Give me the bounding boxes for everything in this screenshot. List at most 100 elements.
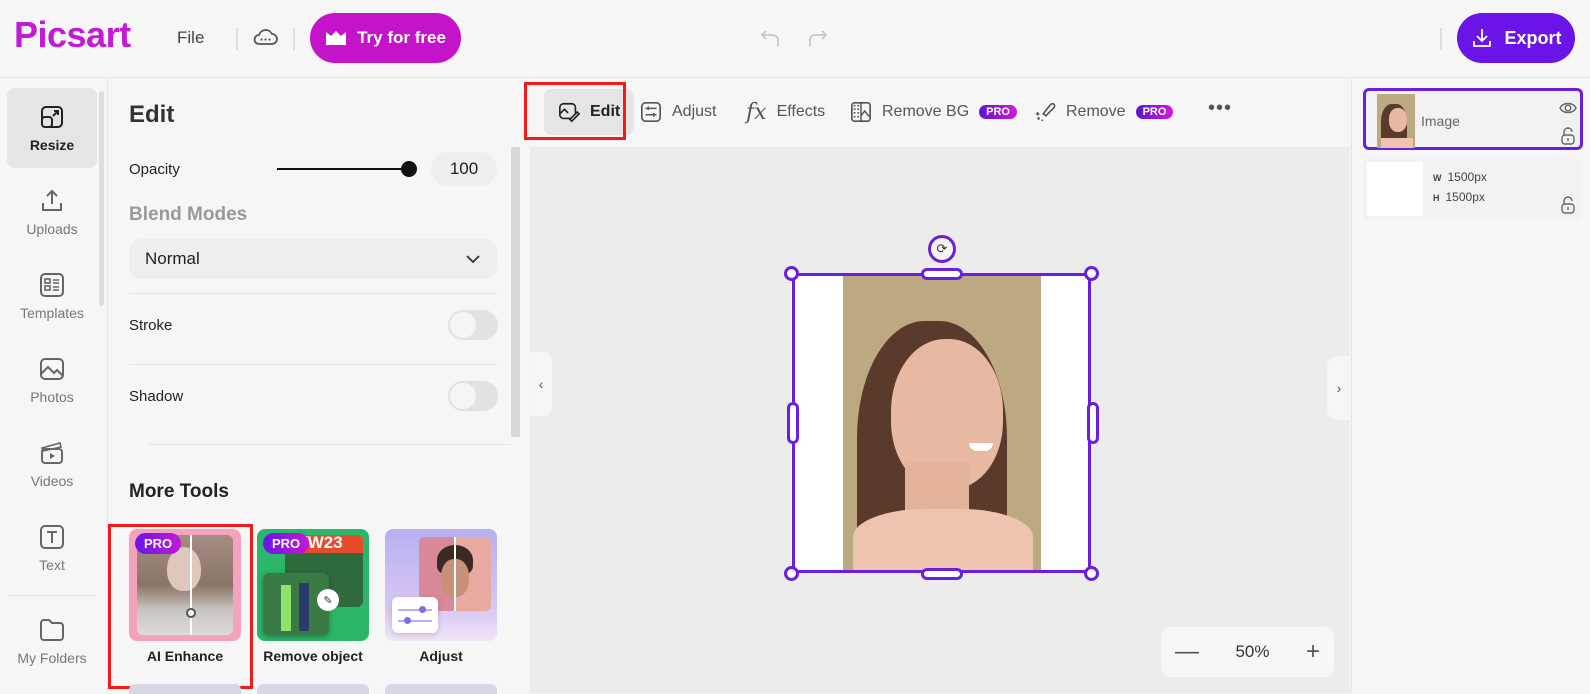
adjust-thumbnail: [385, 529, 497, 641]
zoom-out-button[interactable]: —: [1175, 638, 1199, 666]
more-tools-title: More Tools: [129, 481, 229, 502]
resize-handle-right[interactable]: [1087, 402, 1099, 444]
blend-mode-value: Normal: [145, 249, 200, 268]
sidebar-item-text[interactable]: Text: [7, 508, 97, 588]
zoom-in-button[interactable]: +: [1306, 638, 1320, 666]
resize-handle-bottom-left[interactable]: [784, 566, 799, 581]
resize-handle-top-left[interactable]: [784, 266, 799, 281]
export-button[interactable]: Export: [1457, 13, 1575, 63]
opacity-value-input[interactable]: 100: [431, 152, 497, 186]
sidebar-item-templates[interactable]: Templates: [7, 256, 97, 336]
sidebar-item-resize[interactable]: Resize: [7, 88, 97, 168]
sidebar-item-label: Photos: [30, 389, 74, 405]
file-menu[interactable]: File: [177, 28, 204, 48]
tab-label: Adjust: [672, 103, 717, 120]
tool-label: Adjust: [419, 648, 463, 664]
sidebar-item-my-folders[interactable]: My Folders: [7, 601, 97, 681]
cloud-sync-icon[interactable]: [252, 26, 278, 48]
collapse-left-panel-button[interactable]: ‹: [530, 352, 552, 416]
picsart-logo[interactable]: Picsart: [14, 14, 131, 56]
layer-item-background[interactable]: W 1500px H 1500px: [1363, 158, 1583, 220]
sidebar-item-uploads[interactable]: Uploads: [7, 172, 97, 252]
divider: [8, 595, 96, 596]
templates-icon: [40, 273, 64, 297]
zoom-control: — 50% +: [1161, 627, 1334, 677]
resize-handle-bottom-right[interactable]: [1084, 566, 1099, 581]
top-bar: Picsart File Try for free Export: [0, 0, 1590, 78]
tab-label: Effects: [776, 103, 826, 120]
layer-thumbnail: [1367, 162, 1423, 216]
try-for-free-button[interactable]: Try for free: [310, 13, 461, 63]
upload-icon: [42, 189, 62, 211]
height-value: 1500px: [1445, 190, 1485, 204]
eye-visibility-icon[interactable]: [1559, 99, 1577, 117]
resize-handle-left[interactable]: [787, 402, 799, 444]
tab-label: Remove: [1066, 103, 1126, 120]
blend-mode-select[interactable]: Normal: [129, 239, 497, 279]
effects-fx-icon: fx: [746, 99, 767, 125]
sidebar-item-videos[interactable]: Videos: [7, 424, 97, 504]
tab-effects[interactable]: fx Effects: [732, 89, 839, 135]
shadow-toggle[interactable]: [448, 381, 498, 411]
left-sidebar: Resize Uploads Templates Photos Videos T…: [0, 79, 108, 693]
pro-badge: PRO: [979, 105, 1017, 119]
tab-label: Remove BG: [882, 103, 970, 120]
opacity-label: Opacity: [129, 161, 180, 178]
tool-card-remove-object[interactable]: /W23 ✎ PRO Remove object: [257, 529, 369, 674]
layer-thumbnail: [1377, 94, 1415, 148]
edit-panel: Edit Opacity 100 Blend Modes Normal Stro…: [108, 79, 529, 694]
width-value: 1500px: [1447, 170, 1487, 184]
pro-badge: PRO: [1135, 105, 1174, 119]
adjust-icon: [641, 102, 661, 122]
highlight-box-edit: [524, 82, 626, 140]
image-toolbar: Edit Adjust fx Effects Remove BG PRO Rem…: [524, 79, 1350, 147]
unlock-icon[interactable]: [1559, 196, 1577, 214]
sidebar-item-label: Text: [39, 557, 65, 573]
layer-width: W 1500px: [1433, 170, 1487, 184]
blend-modes-title: Blend Modes: [129, 204, 248, 225]
opacity-slider-track[interactable]: [277, 168, 409, 170]
selection-box[interactable]: [792, 273, 1091, 573]
divider: [1440, 28, 1442, 50]
tab-remove[interactable]: Remove PRO: [1020, 89, 1187, 135]
sidebar-item-label: My Folders: [17, 650, 87, 666]
unlock-icon[interactable]: [1559, 127, 1577, 145]
download-icon: [1473, 29, 1492, 47]
remove-bg-icon: [851, 102, 871, 122]
crown-icon: [326, 31, 347, 45]
resize-icon: [41, 106, 63, 128]
sidebar-item-label: Videos: [30, 473, 74, 489]
redo-icon[interactable]: [806, 26, 830, 50]
tab-remove-bg[interactable]: Remove BG PRO: [836, 89, 1031, 135]
more-options-icon[interactable]: •••: [1208, 97, 1232, 120]
layer-item-image[interactable]: Image: [1363, 88, 1583, 150]
stroke-toggle[interactable]: [448, 310, 498, 340]
resize-handle-top[interactable]: [921, 268, 963, 280]
zoom-level: 50%: [1235, 642, 1270, 661]
opacity-slider-handle[interactable]: [401, 161, 417, 177]
panel-scrollbar[interactable]: [511, 147, 520, 437]
sidebar-item-label: Resize: [29, 137, 75, 153]
divider: [236, 28, 238, 50]
sidebar-item-label: Uploads: [26, 221, 78, 237]
tool-card-adjust[interactable]: Adjust: [385, 529, 497, 674]
folder-icon: [40, 619, 64, 641]
resize-handle-top-right[interactable]: [1084, 266, 1099, 281]
tool-label: Remove object: [263, 648, 363, 664]
collapse-right-panel-button[interactable]: ›: [1327, 356, 1351, 420]
height-label: H: [1433, 193, 1440, 203]
pro-badge: PRO: [263, 533, 310, 554]
text-icon: [40, 525, 64, 549]
tab-adjust[interactable]: Adjust: [626, 89, 730, 135]
photo-icon: [40, 358, 64, 380]
sidebar-item-photos[interactable]: Photos: [7, 340, 97, 420]
chevron-down-icon: [466, 255, 480, 264]
shadow-label: Shadow: [129, 388, 184, 405]
rotate-handle-icon[interactable]: ⟳: [928, 235, 956, 263]
remove-object-thumbnail: /W23 ✎ PRO: [257, 529, 369, 641]
sidebar-scrollbar[interactable]: [99, 91, 104, 306]
resize-handle-bottom[interactable]: [921, 568, 963, 580]
undo-icon[interactable]: [758, 26, 782, 50]
layers-panel: Image W 1500px H 1500px: [1351, 79, 1590, 693]
remove-eraser-icon: [1035, 102, 1056, 122]
